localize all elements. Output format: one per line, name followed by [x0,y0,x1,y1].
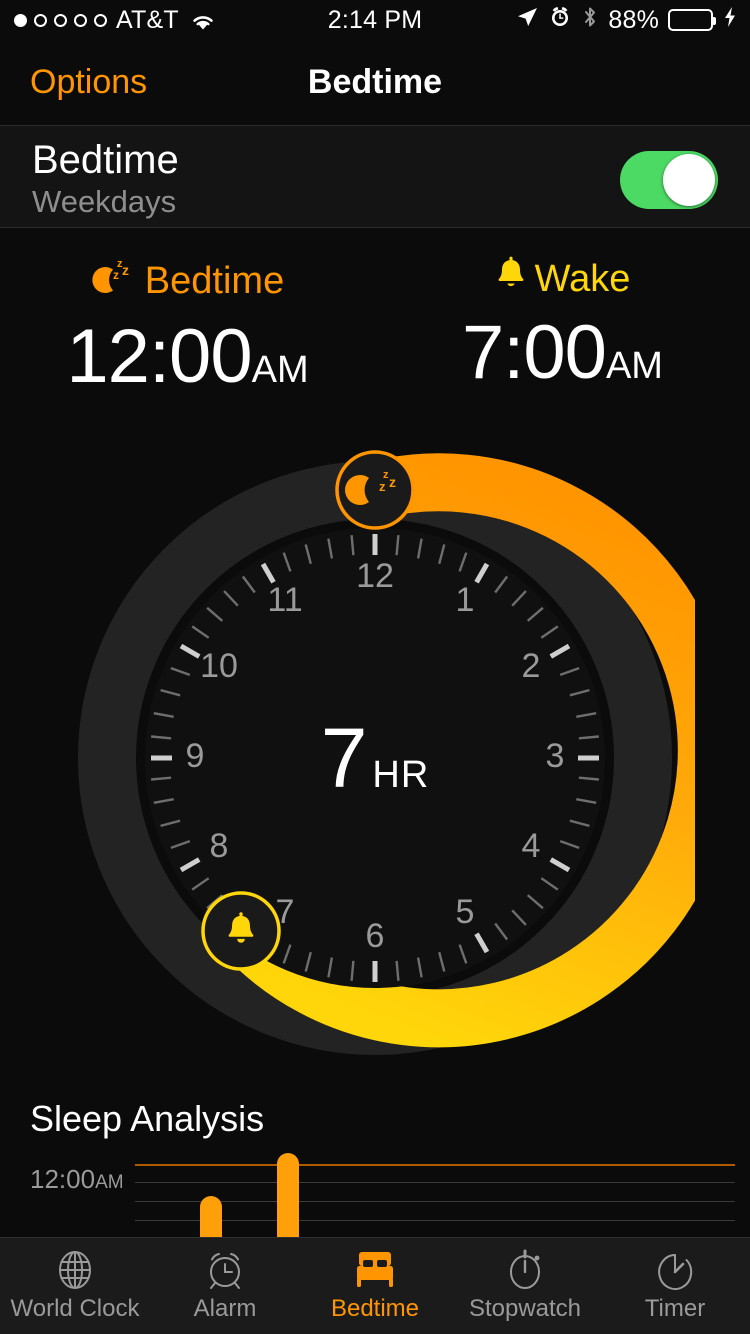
chart-bar [200,1196,222,1240]
bedtime-dial[interactable]: 12 1 2 3 4 5 6 7 8 9 10 11 z z z 7 HR [55,438,695,1078]
axis-time-text: 12:00 [30,1164,96,1194]
signal-dot-4 [74,13,87,27]
wifi-icon [190,10,216,30]
wake-handle[interactable] [201,891,281,971]
svg-text:3: 3 [546,737,565,775]
alarm-clock-icon [548,5,572,36]
battery-percent-label: 88% [608,5,659,34]
svg-text:4: 4 [522,827,541,865]
tab-world-clock[interactable]: World Clock [0,1238,150,1323]
wake-meridiem: AM [605,345,663,387]
location-arrow-icon [515,5,539,36]
status-bar-left: AT&T [0,6,270,35]
navigation-bar: Options Bedtime [0,40,750,125]
bedtime-time-text: 12:00 [66,314,252,399]
battery-icon [668,9,716,31]
toggle-knob [663,154,715,206]
svg-text:12: 12 [356,557,394,595]
dial-graphic: 12 1 2 3 4 5 6 7 8 9 10 11 z z z [78,450,695,1055]
sleep-analysis-axis-label: 12:00AM [30,1164,124,1195]
tab-stopwatch[interactable]: Stopwatch [450,1238,600,1323]
bedtime-meridiem: AM [251,349,309,391]
bedtime-time-value: 12:00AM [0,313,375,400]
schedule-times: z z z Bedtime 12:00AM Wake 7:00AM [0,255,750,425]
timer-icon [600,1247,750,1293]
svg-text:10: 10 [200,647,238,685]
chart-bar [277,1153,299,1240]
sleep-analysis-section[interactable]: Sleep Analysis 12:00AM [0,1090,750,1240]
tab-bedtime[interactable]: Bedtime [300,1238,450,1323]
options-button[interactable]: Options [30,63,147,102]
svg-text:6: 6 [366,917,385,955]
wake-time-text: 7:00 [462,310,607,395]
chart-gridline [135,1220,735,1221]
bedtime-row-title: Bedtime [32,138,179,182]
bedtime-time-column[interactable]: z z z Bedtime 12:00AM [0,255,375,400]
carrier-label: AT&T [116,5,179,34]
tab-label: Stopwatch [468,1295,582,1322]
charging-bolt-icon [722,5,738,36]
bluetooth-icon [581,5,599,36]
tab-timer[interactable]: Timer [600,1238,750,1323]
signal-dot-5 [94,13,107,27]
status-bar-clock: 2:14 PM [327,5,423,34]
bedtime-label-row: z z z Bedtime [0,255,375,307]
svg-text:9: 9 [186,737,205,775]
signal-dot-3 [54,13,67,27]
moon-zzz-icon: z z z [91,255,137,307]
bell-icon [495,255,527,303]
svg-text:1: 1 [456,581,475,619]
bedtime-row-subtitle: Weekdays [32,184,177,219]
chart-gridline [135,1201,735,1202]
bedtime-screen: AT&T 2:14 PM 88% Options Bedtime Bedtime… [0,0,750,1334]
svg-text:8: 8 [210,827,229,865]
tab-alarm[interactable]: Alarm [150,1238,300,1323]
tab-label: Alarm [193,1295,257,1322]
svg-text:11: 11 [267,581,302,619]
svg-text:5: 5 [456,893,475,931]
wake-time-column[interactable]: Wake 7:00AM [375,255,750,396]
bed-icon [300,1247,450,1293]
wake-time-value: 7:00AM [375,309,750,396]
bedtime-enable-row: Bedtime Weekdays [0,125,750,228]
tab-label: Bedtime [330,1295,420,1322]
chart-gridline [135,1182,735,1183]
globe-icon [0,1247,150,1293]
svg-text:z: z [113,268,119,282]
signal-dot-1 [14,13,27,27]
svg-text:z: z [389,474,396,490]
chart-reference-line [135,1164,735,1166]
svg-text:2: 2 [522,647,541,685]
sleep-analysis-title: Sleep Analysis [30,1098,265,1139]
wake-label-row: Wake [375,255,750,303]
tab-label: Timer [644,1295,706,1322]
status-bar: AT&T 2:14 PM 88% [0,0,750,40]
status-bar-right: 88% [480,5,750,36]
svg-text:z: z [122,262,129,278]
sleep-analysis-chart [135,1148,735,1240]
tab-label: World Clock [10,1295,140,1322]
axis-meridiem-text: AM [95,1172,124,1193]
signal-dot-2 [34,13,47,27]
bedtime-handle[interactable]: z z z [335,450,415,530]
svg-text:z: z [379,479,386,494]
signal-strength-dots [14,13,107,27]
alarm-clock-icon [150,1247,300,1293]
wake-label: Wake [534,257,631,300]
bedtime-toggle-switch[interactable] [620,151,718,209]
tab-bar: World Clock Alarm Bedtime Stopwatch Time… [0,1237,750,1334]
stopwatch-icon [450,1247,600,1293]
bedtime-label: Bedtime [144,259,285,302]
